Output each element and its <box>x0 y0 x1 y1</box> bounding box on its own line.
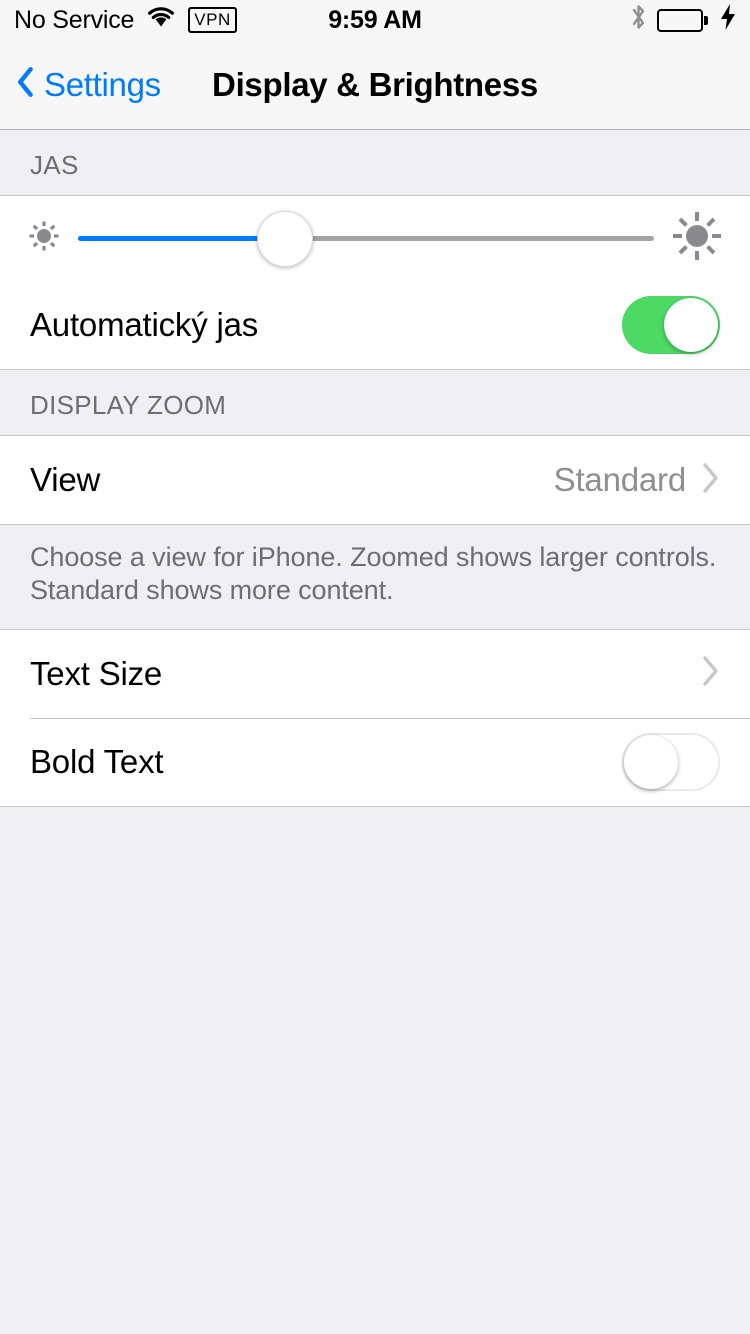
navigation-bar: Settings Display & Brightness <box>0 40 750 130</box>
text-size-label: Text Size <box>30 654 163 692</box>
bluetooth-icon <box>630 3 647 38</box>
view-row[interactable]: View Standard <box>0 436 750 524</box>
battery-nub <box>704 15 708 25</box>
battery-body <box>657 8 703 32</box>
chevron-right-icon <box>702 462 720 499</box>
clock-label: 9:59 AM <box>328 5 422 34</box>
auto-brightness-switch[interactable] <box>622 296 720 354</box>
text-size-row[interactable]: Text Size <box>0 629 750 718</box>
battery-icon <box>657 8 708 32</box>
switch-knob <box>664 298 718 352</box>
display-zoom-footer: Choose a view for iPhone. Zoomed shows l… <box>30 542 717 605</box>
chevron-right-icon <box>702 655 720 692</box>
brightness-group: Automatický jas <box>0 195 750 370</box>
bold-text-accessory <box>622 732 720 791</box>
bold-text-row[interactable]: Bold Text <box>0 717 750 806</box>
chevron-left-icon <box>16 66 34 103</box>
back-button-label: Settings <box>44 65 161 103</box>
view-value: Standard <box>553 461 687 498</box>
slider-thumb[interactable] <box>257 210 314 267</box>
auto-brightness-label: Automatický jas <box>30 306 259 343</box>
text-group: Text Size Bold Text <box>0 628 750 807</box>
view-accessory: Standard <box>554 461 720 499</box>
vpn-badge: VPN <box>188 7 237 33</box>
status-bar-left: No Service VPN <box>14 5 237 35</box>
wifi-icon <box>146 5 176 35</box>
carrier-label: No Service <box>14 5 135 34</box>
text-size-accessory <box>702 655 720 692</box>
lightning-bolt-icon <box>720 3 736 37</box>
back-button[interactable]: Settings <box>0 66 161 104</box>
display-zoom-section-header: DISPLAY ZOOM <box>30 390 227 420</box>
bold-text-label: Bold Text <box>30 742 164 780</box>
bold-text-switch[interactable] <box>622 732 720 791</box>
status-bar-right <box>630 3 736 38</box>
status-bar: No Service VPN 9:59 AM <box>0 0 750 40</box>
view-label: View <box>30 461 101 498</box>
page-title-text: Display & Brightness <box>212 65 538 103</box>
auto-brightness-accessory <box>622 296 720 354</box>
brightness-slider-track[interactable] <box>78 209 654 269</box>
display-zoom-group: View Standard <box>0 435 750 525</box>
sun-small-icon <box>24 216 64 261</box>
slider-track-fill <box>78 236 286 241</box>
brightness-slider-row[interactable] <box>0 196 750 281</box>
auto-brightness-row[interactable]: Automatický jas <box>0 281 750 369</box>
brightness-section-header: JAS <box>30 150 79 180</box>
sun-large-icon <box>668 207 726 270</box>
switch-knob <box>624 734 678 789</box>
